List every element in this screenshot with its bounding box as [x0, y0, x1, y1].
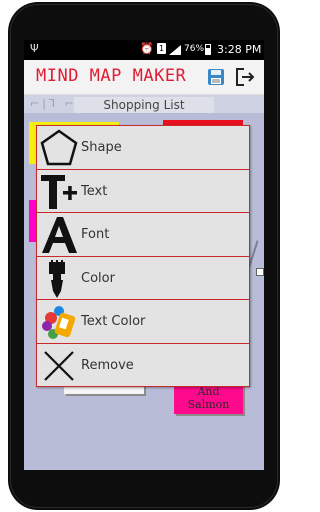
usb-icon: Ψ — [30, 42, 39, 55]
menu-item-text[interactable]: Text — [37, 170, 249, 214]
exit-icon[interactable] — [235, 67, 255, 87]
save-icon[interactable] — [207, 68, 225, 86]
alarm-icon: ⏰ — [140, 42, 154, 55]
status-bar: Ψ ⏰ 1 76% 3:28 PM — [24, 40, 264, 60]
context-menu: Shape Text Font Color Text Color Remove — [36, 125, 250, 387]
menu-label-color: Color — [81, 270, 115, 286]
paint-brush-icon — [49, 259, 65, 298]
menu-item-text-color[interactable]: Text Color — [37, 300, 249, 344]
x-icon — [44, 351, 74, 381]
signal-icon — [169, 45, 181, 55]
menu-item-font[interactable]: Font — [37, 213, 249, 257]
menu-label-font: Font — [81, 227, 110, 243]
menu-label-shape: Shape — [81, 140, 122, 155]
battery-percent: 76% — [184, 44, 205, 54]
menu-item-color[interactable]: Color — [37, 257, 249, 301]
node-resize-handle[interactable] — [256, 268, 264, 276]
root-node-shopping-list[interactable]: Shopping List — [74, 97, 214, 113]
pentagon-icon — [40, 129, 78, 166]
menu-label-text: Text — [81, 183, 108, 199]
salmon-node-text: And Salmon — [187, 385, 230, 411]
canvas-bottom — [24, 450, 264, 470]
menu-label-text-color: Text Color — [81, 314, 146, 330]
menu-item-remove[interactable]: Remove — [37, 344, 249, 388]
battery-icon — [205, 44, 211, 55]
app-title: MIND MAP MAKER — [36, 66, 187, 86]
app-screen: Ψ ⏰ 1 76% 3:28 PM MIND MAP MAKER ⌐|⅂ ⌐|⅂… — [24, 40, 264, 470]
text-plus-icon — [41, 174, 77, 209]
status-time: 3:28 PM — [217, 43, 262, 56]
font-a-icon — [42, 217, 77, 254]
menu-item-shape[interactable]: Shape — [37, 126, 249, 170]
sim-icon: 1 — [157, 43, 166, 54]
app-header: MIND MAP MAKER — [24, 60, 264, 95]
map-toolbar: ⌐|⅂ ⌐|⅂ Shopping List — [24, 95, 264, 113]
menu-label-remove: Remove — [81, 358, 134, 373]
paint-bucket-icon — [42, 306, 76, 340]
